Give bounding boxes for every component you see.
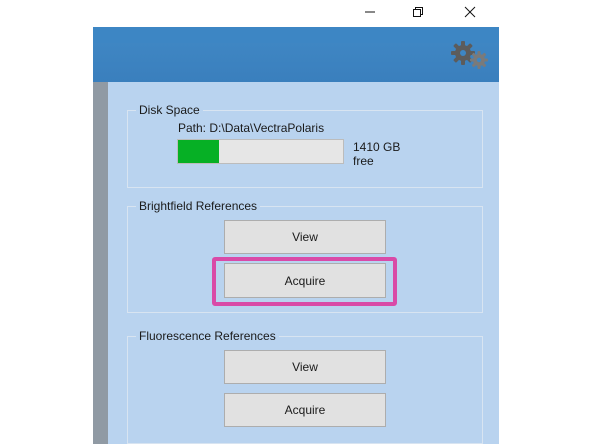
- minimize-button[interactable]: [347, 0, 393, 24]
- acquire-highlight-frame: [212, 257, 397, 306]
- disk-usage-fill: [178, 140, 220, 163]
- disk-space-title: Disk Space: [136, 102, 203, 118]
- left-edge-strip: [93, 82, 108, 444]
- brightfield-view-button[interactable]: View: [224, 220, 386, 254]
- header-band: [93, 27, 499, 43]
- gears-icon: [451, 41, 488, 69]
- close-button[interactable]: [447, 0, 493, 24]
- settings-button[interactable]: [449, 40, 493, 72]
- fluorescence-acquire-button[interactable]: Acquire: [224, 393, 386, 427]
- fluorescence-title: Fluorescence References: [136, 328, 279, 344]
- restore-icon: [413, 7, 423, 17]
- disk-usage-bar: [177, 139, 344, 164]
- close-icon: [464, 6, 476, 18]
- disk-free-amount: 1410 GB: [353, 140, 401, 154]
- minimize-icon: [365, 11, 375, 13]
- app-header: [93, 27, 499, 82]
- screen: Disk Space Path: D:\Data\VectraPolaris 1…: [0, 0, 592, 444]
- brightfield-title: Brightfield References: [136, 198, 261, 214]
- disk-path-label: Path: D:\Data\VectraPolaris: [178, 121, 325, 135]
- disk-free-text: 1410 GB free: [353, 140, 400, 168]
- restore-button[interactable]: [395, 0, 441, 24]
- fluorescence-view-button[interactable]: View: [224, 350, 386, 384]
- disk-free-suffix: free: [353, 154, 374, 168]
